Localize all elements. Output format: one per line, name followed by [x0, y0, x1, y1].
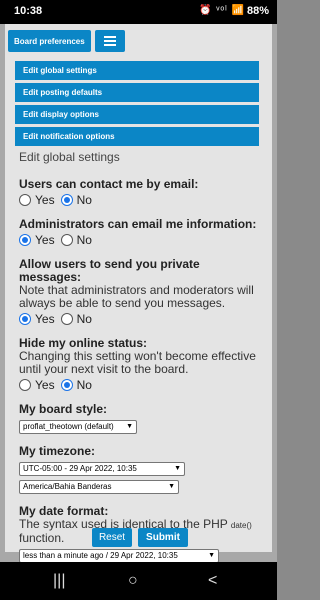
no-label: No: [76, 377, 92, 392]
chevron-down-icon: ▼: [208, 552, 215, 559]
private-messages-note: Note that administrators and moderators …: [19, 283, 254, 310]
board-style-label: My board style:: [19, 402, 108, 416]
date-format-select[interactable]: less than a minute ago / 29 Apr 2022, 10…: [19, 548, 219, 563]
chevron-down-icon: ▼: [126, 423, 133, 430]
menu-icon[interactable]: [94, 30, 125, 52]
timezone-region-select[interactable]: America/Bahia Banderas ▼: [19, 479, 179, 494]
timezone-offset-value: UTC-05:00 - 29 Apr 2022, 10:35: [23, 464, 137, 473]
status-bar: 10:38 ⏰ ᵛᵒˡ 📶 88%: [0, 0, 277, 24]
nav-edit-posting-defaults[interactable]: Edit posting defaults: [15, 83, 259, 102]
timezone-region-value: America/Bahia Banderas: [23, 482, 112, 491]
date-format-value: less than a minute ago / 29 Apr 2022, 10…: [23, 551, 178, 560]
prefs-nav: Edit global settings Edit posting defaul…: [15, 61, 259, 149]
date-format-note-end: function.: [19, 531, 65, 545]
email-contact-yes-radio[interactable]: [19, 193, 31, 206]
system-navigation-bar: ||| ○ <: [0, 562, 277, 600]
status-icons: ⏰ ᵛᵒˡ 📶: [198, 5, 245, 16]
hide-online-no-radio[interactable]: [60, 378, 73, 391]
section-title: Edit global settings: [19, 150, 120, 164]
recents-icon[interactable]: |||: [53, 572, 65, 590]
no-label: No: [76, 192, 92, 207]
admin-email-no-radio[interactable]: [60, 233, 73, 246]
chevron-down-icon: ▼: [168, 483, 175, 490]
private-messages-label: Allow users to send you private messages…: [19, 257, 200, 284]
hide-online-yes-radio[interactable]: [19, 378, 31, 391]
email-contact-setting: Users can contact me by email: Yes No: [19, 178, 259, 207]
yes-label: Yes: [35, 377, 55, 392]
form-actions: Reset Submit: [92, 528, 188, 547]
admin-email-setting: Administrators can email me information:…: [19, 218, 259, 247]
board-style-select[interactable]: proflat_theotown (default) ▼: [19, 419, 137, 434]
board-style-value: proflat_theotown (default): [23, 422, 114, 431]
board-preferences-tab[interactable]: Board preferences: [8, 30, 91, 52]
back-icon[interactable]: <: [208, 572, 217, 590]
submit-button[interactable]: Submit: [138, 528, 188, 547]
private-messages-yes-radio[interactable]: [19, 312, 31, 325]
yes-label: Yes: [35, 232, 55, 247]
email-contact-no-radio[interactable]: [60, 193, 73, 206]
no-label: No: [76, 311, 92, 326]
timezone-offset-select[interactable]: UTC-05:00 - 29 Apr 2022, 10:35 ▼: [19, 461, 185, 476]
hide-online-setting: Hide my online status: Changing this set…: [19, 337, 259, 392]
top-tabs: Board preferences: [8, 30, 125, 52]
yes-label: Yes: [35, 192, 55, 207]
board-style-setting: My board style: proflat_theotown (defaul…: [19, 403, 259, 434]
email-contact-label: Users can contact me by email:: [19, 177, 199, 191]
private-messages-no-radio[interactable]: [60, 312, 73, 325]
home-icon[interactable]: ○: [128, 572, 138, 590]
admin-email-label: Administrators can email me information:: [19, 217, 257, 231]
settings-form: Edit global settings Users can contact m…: [19, 150, 259, 574]
nav-edit-notification-options[interactable]: Edit notification options: [15, 127, 259, 146]
timezone-setting: My timezone: UTC-05:00 - 29 Apr 2022, 10…: [19, 445, 259, 494]
date-format-code: date(): [230, 521, 252, 530]
nav-edit-global-settings[interactable]: Edit global settings: [15, 61, 259, 80]
reset-button[interactable]: Reset: [92, 528, 132, 547]
admin-email-yes-radio[interactable]: [19, 233, 31, 246]
clock: 10:38: [14, 5, 43, 17]
battery-level: 88%: [246, 5, 269, 17]
chevron-down-icon: ▼: [174, 465, 181, 472]
hide-online-note: Changing this setting won't become effec…: [19, 349, 256, 376]
timezone-label: My timezone:: [19, 444, 96, 458]
nav-edit-display-options[interactable]: Edit display options: [15, 105, 259, 124]
no-label: No: [76, 232, 92, 247]
private-messages-setting: Allow users to send you private messages…: [19, 258, 259, 326]
yes-label: Yes: [35, 311, 55, 326]
